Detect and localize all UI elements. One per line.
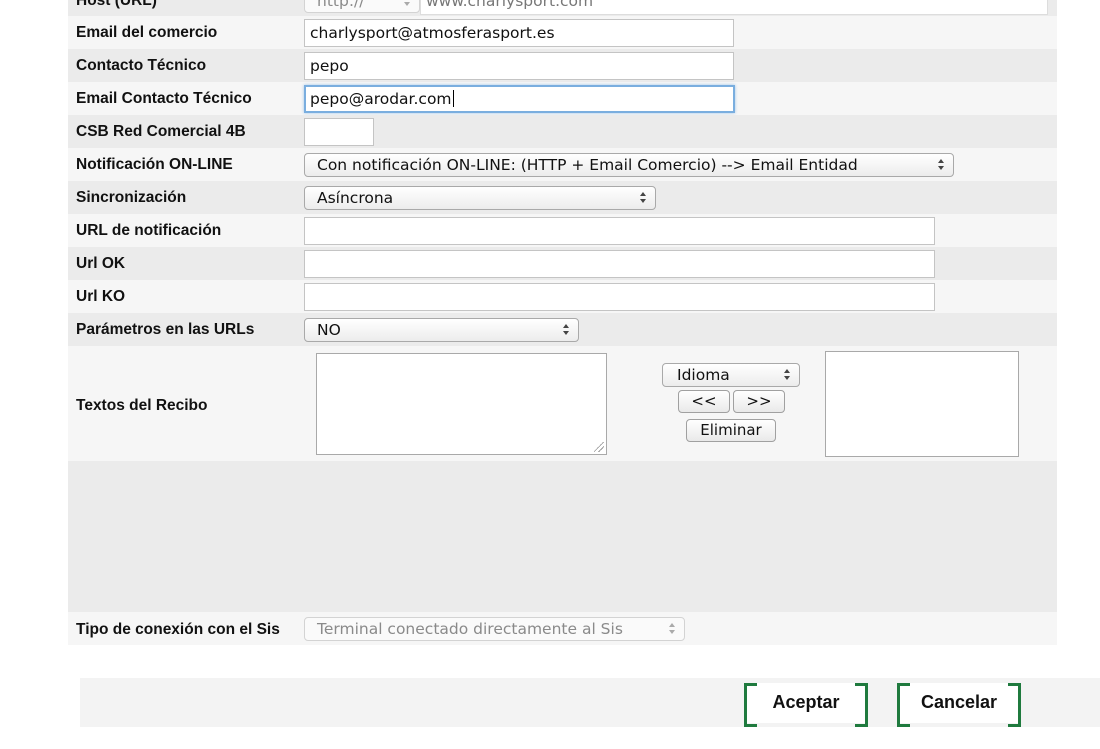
parametros-select[interactable]: NO [304,318,579,342]
url-notificacion-label: URL de notificación [76,222,222,239]
move-left-button[interactable]: << [678,390,730,413]
email-comercio-input[interactable]: charlysport@atmosferasport.es [304,19,734,47]
select-arrows-icon [562,323,570,337]
row-url-ko: Url KO [68,280,1057,313]
cancelar-button[interactable]: Cancelar [897,683,1021,727]
email-contacto-tecnico-input[interactable]: pepo@arodar.com [304,85,735,113]
contacto-tecnico-input[interactable]: pepo [304,52,734,80]
host-input[interactable]: www.charlysport.com [420,0,1048,15]
url-ko-input[interactable] [304,283,935,311]
url-ok-input[interactable] [304,250,935,278]
row-csb: CSB Red Comercial 4B [68,115,1057,148]
csb-input[interactable] [304,118,374,146]
email-comercio-label: Email del comercio [76,24,218,41]
row-parametros: Parámetros en las URLs NO [68,313,1057,346]
idioma-select[interactable]: Idioma [662,363,800,387]
idiomas-listbox[interactable] [825,351,1019,457]
url-notificacion-input[interactable] [304,217,935,245]
tipo-conexion-label: Tipo de conexión con el Sis [76,621,280,638]
email-contacto-tecnico-label: Email Contacto Técnico [76,90,252,107]
move-right-button[interactable]: >> [733,390,785,413]
parametros-label: Parámetros en las URLs [76,321,255,338]
text-caret [452,90,454,107]
row-tipo-conexion: Tipo de conexión con el Sis Terminal con… [68,612,1057,645]
host-label: Host (URL) [76,0,157,9]
csb-label: CSB Red Comercial 4B [76,123,246,140]
aceptar-button[interactable]: Aceptar [744,683,868,727]
row-host: Host (URL) http:// www.charlysport.com [68,0,1057,16]
resize-grip-icon[interactable] [594,442,604,452]
select-arrows-icon [937,158,945,172]
row-email-comercio: Email del comercio charlysport@atmosfera… [68,16,1057,49]
notificacion-select[interactable]: Con notificación ON-LINE: (HTTP + Email … [304,153,954,177]
notificacion-label: Notificación ON-LINE [76,156,233,173]
row-textos-recibo: Textos del Recibo Idioma << >> Eliminar [68,346,1057,461]
sincronizacion-label: Sincronización [76,189,187,206]
textos-recibo-textarea[interactable] [316,353,607,455]
url-ko-label: Url KO [76,288,126,305]
row-email-contacto-tecnico: Email Contacto Técnico pepo@arodar.com [68,82,1057,115]
protocol-select[interactable]: http:// [304,0,420,13]
row-url-ok: Url OK [68,247,1057,280]
row-notificacion: Notificación ON-LINE Con notificación ON… [68,148,1057,181]
select-arrows-icon [783,368,791,382]
empty-section [68,461,1057,612]
url-ok-label: Url OK [76,255,126,272]
row-sincronizacion: Sincronización Asíncrona [68,181,1057,214]
contacto-tecnico-label: Contacto Técnico [76,57,207,74]
textos-recibo-label: Textos del Recibo [76,397,208,414]
eliminar-button[interactable]: Eliminar [686,419,776,442]
select-arrows-icon [403,0,411,8]
tipo-conexion-select[interactable]: Terminal conectado directamente al Sis [304,617,685,641]
select-arrows-icon [639,191,647,205]
sincronizacion-select[interactable]: Asíncrona [304,186,656,210]
row-url-notificacion: URL de notificación [68,214,1057,247]
row-contacto-tecnico: Contacto Técnico pepo [68,49,1057,82]
select-arrows-icon [668,622,676,636]
